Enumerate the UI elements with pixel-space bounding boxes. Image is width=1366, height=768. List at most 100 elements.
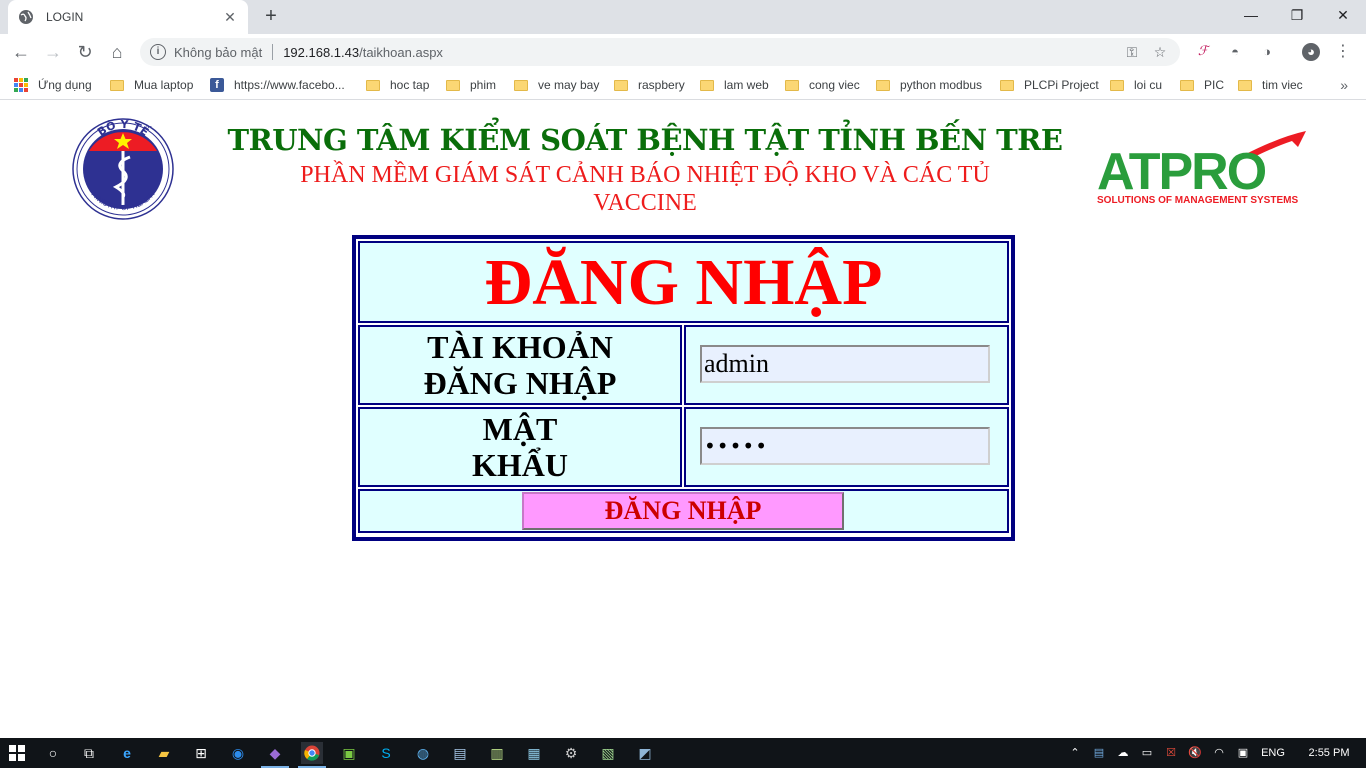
folder-icon [110, 79, 124, 91]
ministry-of-health-logo: BỘ Y TẾ MINISTRY OF HEALTH [72, 118, 174, 220]
bookmark-folder[interactable]: PLCPi Project [1000, 77, 1099, 93]
facebook-icon: f [210, 78, 224, 92]
username-input-cell: admin [684, 325, 1009, 405]
tab-title: LOGIN [46, 10, 84, 24]
security-label: Không bảo mật [174, 44, 263, 60]
info-icon[interactable]: i [150, 44, 166, 60]
bookmark-label: hoc tap [390, 78, 430, 92]
bookmark-folder[interactable]: tim viec [1238, 77, 1303, 93]
tray-battery-icon[interactable]: ▭ [1138, 744, 1156, 762]
folder-icon [785, 79, 799, 91]
bookmark-label: lam web [724, 78, 769, 92]
omnibox-divider [272, 44, 274, 60]
bookmark-folder[interactable]: PIC [1180, 77, 1224, 93]
app-icon[interactable]: ◩ [634, 742, 656, 764]
login-button[interactable]: ĐĂNG NHẬP [522, 492, 844, 530]
file-explorer-icon[interactable]: ▰ [153, 742, 175, 764]
store-icon[interactable]: ⊞ [190, 742, 212, 764]
profile-avatar-icon[interactable]: ◕ [1302, 43, 1320, 61]
forward-arrow-icon[interactable]: → [40, 39, 66, 65]
back-arrow-icon[interactable]: ← [8, 39, 34, 65]
bookmark-apps[interactable]: Ứng dụng [14, 77, 92, 93]
password-label-cell: MẬT KHẨU [358, 407, 682, 487]
globe-icon [19, 10, 33, 24]
restore-button[interactable]: ❐ [1274, 0, 1320, 30]
submit-cell: ĐĂNG NHẬP [358, 489, 1009, 533]
app-icon[interactable]: ▦ [523, 742, 545, 764]
teamviewer-icon[interactable]: ◉ [227, 742, 249, 764]
folder-icon [366, 79, 380, 91]
bookmarks-overflow-button[interactable]: » [1340, 77, 1348, 93]
login-heading-cell: ĐĂNG NHẬP [358, 241, 1009, 323]
bookmark-folder[interactable]: Mua laptop [110, 77, 193, 93]
windows-taskbar: ○ ⧉ e ▰ ⊞ ◉ ◆ ▣ S ◍ ▤ ▥ ▦ ⚙ ▧ ◩ ⌃ ▤ ☁ ▭ … [0, 738, 1366, 768]
password-label-line2: KHẨU [472, 447, 568, 483]
tray-chevron-up-icon[interactable]: ⌃ [1066, 744, 1084, 762]
url-text[interactable]: 192.168.1.43/taikhoan.aspx [283, 45, 1114, 60]
bookmark-folder[interactable]: hoc tap [366, 77, 429, 93]
folder-icon [514, 79, 528, 91]
folder-icon [1238, 79, 1252, 91]
bookmark-folder[interactable]: loi cu [1110, 77, 1162, 93]
minimize-button[interactable]: — [1228, 0, 1274, 30]
close-tab-icon[interactable]: ✕ [222, 9, 238, 26]
extension-translate-icon[interactable]: ℱ [1194, 43, 1212, 61]
notepad-icon[interactable]: ▥ [486, 742, 508, 764]
app-icon[interactable]: ▧ [597, 742, 619, 764]
address-bar[interactable]: i Không bảo mật 192.168.1.43/taikhoan.as… [140, 38, 1180, 66]
edge-browser-icon[interactable]: e [116, 742, 138, 764]
bookmark-folder[interactable]: python modbus [876, 77, 982, 93]
close-window-button[interactable]: ✕ [1320, 0, 1366, 30]
browser-toolbar: ← → ↻ ⌂ i Không bảo mật 192.168.1.43/tai… [0, 34, 1366, 70]
bookmark-facebook[interactable]: f https://www.facebo... [210, 77, 345, 93]
bookmark-label: Ứng dụng [38, 78, 92, 92]
key-icon[interactable]: ⚿ [1122, 44, 1142, 61]
bookmark-folder[interactable]: lam web [700, 77, 769, 93]
chrome-icon[interactable] [301, 742, 323, 764]
skype-icon[interactable]: S [375, 742, 397, 764]
bookmark-label: ve may bay [538, 78, 600, 92]
tray-volume-muted-icon[interactable]: 🔇 [1186, 744, 1204, 762]
bookmark-folder[interactable]: phim [446, 77, 496, 93]
extension-mask-icon[interactable]: ◓ [1226, 43, 1244, 61]
tray-close-app-icon[interactable]: ☒ [1162, 744, 1180, 762]
bookmark-folder[interactable]: cong viec [785, 77, 860, 93]
new-tab-button[interactable]: + [259, 4, 283, 28]
windows-start-icon[interactable] [6, 742, 28, 764]
username-label-line1: TÀI KHOẢN [427, 329, 613, 365]
visual-studio-icon[interactable]: ◆ [264, 742, 286, 764]
login-form: ĐĂNG NHẬP TÀI KHOẢN ĐĂNG NHẬP admin MẬT … [352, 235, 1015, 541]
bookmark-label: python modbus [900, 78, 983, 92]
app-icon[interactable]: ▣ [338, 742, 360, 764]
bookmark-folder[interactable]: ve may bay [514, 77, 599, 93]
atpro-logo: ATPRO SOLUTIONS OF MANAGEMENT SYSTEMS [1097, 131, 1306, 205]
app-icon[interactable]: ▤ [449, 742, 471, 764]
app-icon[interactable]: ⚙ [560, 742, 582, 764]
tray-app-icon[interactable]: ▤ [1090, 744, 1108, 762]
password-input[interactable]: ••••• [700, 427, 990, 465]
home-icon[interactable]: ⌂ [104, 39, 130, 65]
tray-notification-icon[interactable]: ▣ [1234, 744, 1252, 762]
language-indicator[interactable]: ENG [1258, 744, 1288, 762]
app-icon[interactable]: ◍ [412, 742, 434, 764]
tray-network-error-icon[interactable]: ☁ [1114, 744, 1132, 762]
tab-login[interactable]: LOGIN ✕ [8, 0, 248, 34]
task-view-icon[interactable]: ⧉ [78, 742, 100, 764]
folder-icon [876, 79, 890, 91]
search-circle-icon[interactable]: ○ [42, 742, 64, 764]
extension-circle-icon[interactable]: ◑ [1258, 43, 1276, 61]
bookmark-label: phim [470, 78, 497, 92]
tray-wifi-icon[interactable]: ◠ [1210, 744, 1228, 762]
menu-icon[interactable]: ⋮ [1334, 43, 1352, 61]
url-path: /taikhoan.aspx [359, 44, 443, 60]
url-host: 192.168.1.43 [283, 44, 360, 60]
bookmark-label: Mua laptop [134, 78, 194, 92]
bookmark-label: tim viec [1262, 78, 1303, 92]
bookmark-folder[interactable]: raspbery [614, 77, 685, 93]
atpro-tagline: SOLUTIONS OF MANAGEMENT SYSTEMS [1097, 195, 1298, 205]
star-icon[interactable]: ☆ [1150, 44, 1170, 61]
taskbar-clock[interactable]: 2:55 PM [1298, 738, 1360, 768]
page-content: BỘ Y TẾ MINISTRY OF HEALTH TRUNG TÂM KIỂ… [0, 101, 1366, 738]
reload-icon[interactable]: ↻ [72, 39, 98, 65]
username-input[interactable]: admin [700, 345, 990, 383]
